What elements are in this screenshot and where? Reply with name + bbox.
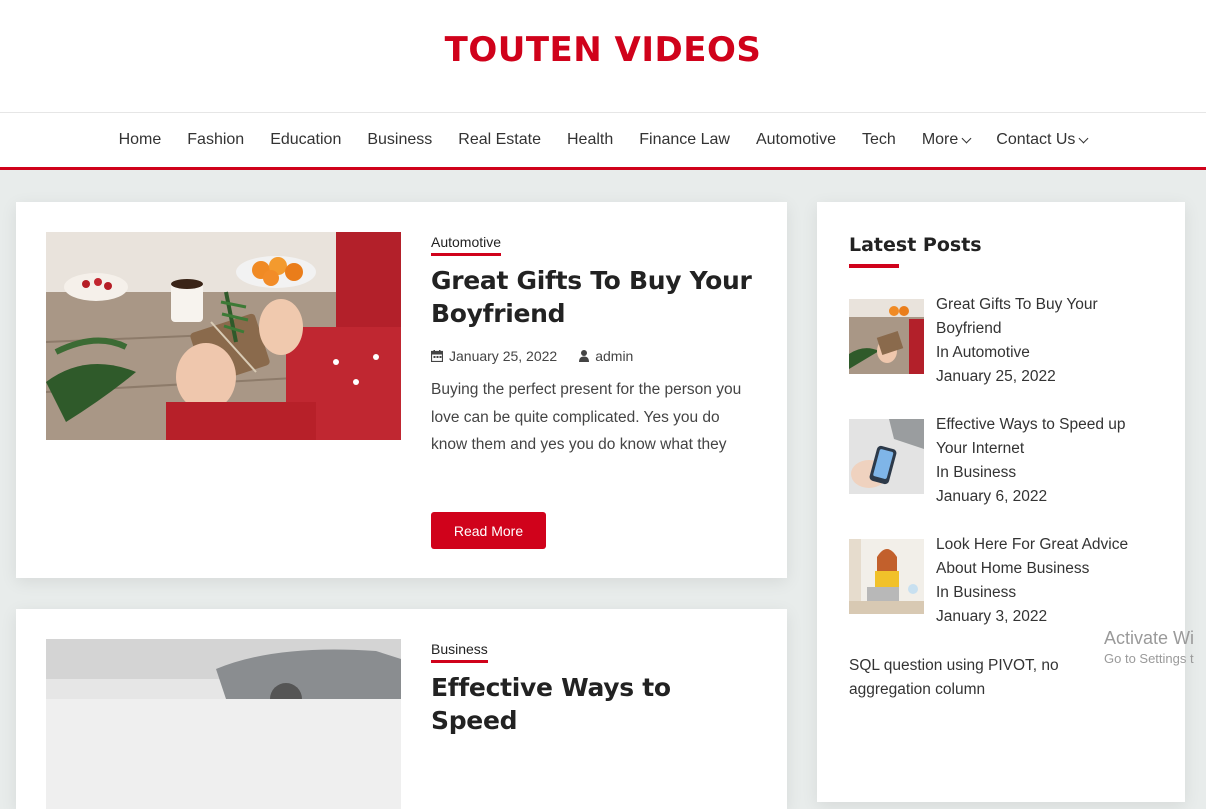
latest-post-thumbnail[interactable] bbox=[849, 419, 924, 494]
latest-post-title-cont[interactable]: About Home Business bbox=[936, 557, 1156, 581]
nav-item-automotive[interactable]: Automotive bbox=[756, 113, 836, 167]
latest-post-date: January 6, 2022 bbox=[936, 488, 1048, 505]
latest-post-title[interactable]: SQL question using PIVOT, no bbox=[849, 654, 1109, 678]
nav-item-health[interactable]: Health bbox=[567, 113, 613, 167]
latest-post-title-cont[interactable]: Your Internet bbox=[936, 437, 1156, 461]
nav-item-education[interactable]: Education bbox=[270, 113, 341, 167]
widget-title-underline bbox=[849, 264, 899, 268]
post-category-link[interactable]: Automotive bbox=[431, 234, 502, 256]
nav-item-fashion[interactable]: Fashion bbox=[187, 113, 244, 167]
post-excerpt: Buying the perfect present for the perso… bbox=[431, 381, 742, 453]
nav-contact-label: Contact Us bbox=[996, 131, 1076, 148]
latest-post-date: January 3, 2022 bbox=[936, 608, 1048, 625]
post-thumbnail[interactable] bbox=[46, 639, 401, 809]
nav-item-home[interactable]: Home bbox=[119, 113, 162, 167]
latest-post-category: In Automotive bbox=[936, 344, 1030, 361]
nav-item-tech[interactable]: Tech bbox=[862, 113, 896, 167]
latest-post-title[interactable]: Effective Ways to Speed up bbox=[936, 413, 1156, 437]
post-card: Business Effective Ways to Speed bbox=[16, 609, 787, 809]
calendar-icon bbox=[431, 350, 443, 362]
user-icon bbox=[579, 350, 590, 362]
latest-post-item[interactable]: SQL question using PIVOT, no aggregation… bbox=[849, 654, 1109, 702]
chevron-down-icon bbox=[961, 133, 972, 143]
latest-post-thumbnail[interactable] bbox=[849, 539, 924, 614]
latest-post-category: In Business bbox=[936, 584, 1017, 601]
widget-title: Latest Posts bbox=[849, 234, 982, 256]
post-date[interactable]: January 25, 2022 bbox=[449, 348, 557, 364]
site-title[interactable]: TOUTEN VIDEOS bbox=[0, 30, 1206, 70]
post-title[interactable]: Effective Ways to Speed bbox=[431, 671, 756, 737]
nav-item-contact[interactable]: Contact Us bbox=[996, 113, 1089, 167]
chevron-down-icon bbox=[1078, 133, 1089, 143]
post-body: Automotive Great Gifts To Buy Your Boyfr… bbox=[431, 232, 756, 459]
latest-post-title-cont[interactable]: Boyfriend bbox=[936, 317, 1156, 341]
windows-activation-watermark: Activate Wi Go to Settings t bbox=[1104, 628, 1194, 666]
latest-post-title[interactable]: Great Gifts To Buy Your bbox=[936, 293, 1156, 317]
post-card: Automotive Great Gifts To Buy Your Boyfr… bbox=[16, 202, 787, 578]
post-body: Business Effective Ways to Speed bbox=[431, 639, 756, 737]
watermark-line2: Go to Settings t bbox=[1104, 651, 1194, 666]
post-title[interactable]: Great Gifts To Buy Your Boyfriend bbox=[431, 264, 756, 330]
nav-item-business[interactable]: Business bbox=[367, 113, 432, 167]
nav-item-real-estate[interactable]: Real Estate bbox=[458, 113, 541, 167]
main-nav: Home Fashion Education Business Real Est… bbox=[0, 113, 1206, 170]
sidebar-latest-posts: Latest Posts Great Gifts To Buy Your Boy… bbox=[817, 202, 1185, 802]
nav-item-more[interactable]: More bbox=[921, 113, 972, 167]
latest-post-category: In Business bbox=[936, 464, 1017, 481]
post-category-link[interactable]: Business bbox=[431, 641, 488, 663]
post-author[interactable]: admin bbox=[595, 348, 633, 364]
nav-item-finance-law[interactable]: Finance Law bbox=[639, 113, 730, 167]
latest-post-date: January 25, 2022 bbox=[936, 368, 1056, 385]
latest-post-title-cont[interactable]: aggregation column bbox=[849, 678, 1109, 702]
post-meta: January 25, 2022 admin bbox=[431, 348, 756, 364]
latest-post-title[interactable]: Look Here For Great Advice bbox=[936, 533, 1156, 557]
read-more-button[interactable]: Read More bbox=[431, 512, 546, 549]
watermark-line1: Activate Wi bbox=[1104, 628, 1195, 648]
post-thumbnail[interactable] bbox=[46, 232, 401, 440]
nav-more-label: More bbox=[921, 131, 959, 148]
latest-post-thumbnail[interactable] bbox=[849, 299, 924, 374]
site-header: TOUTEN VIDEOS bbox=[0, 0, 1206, 113]
